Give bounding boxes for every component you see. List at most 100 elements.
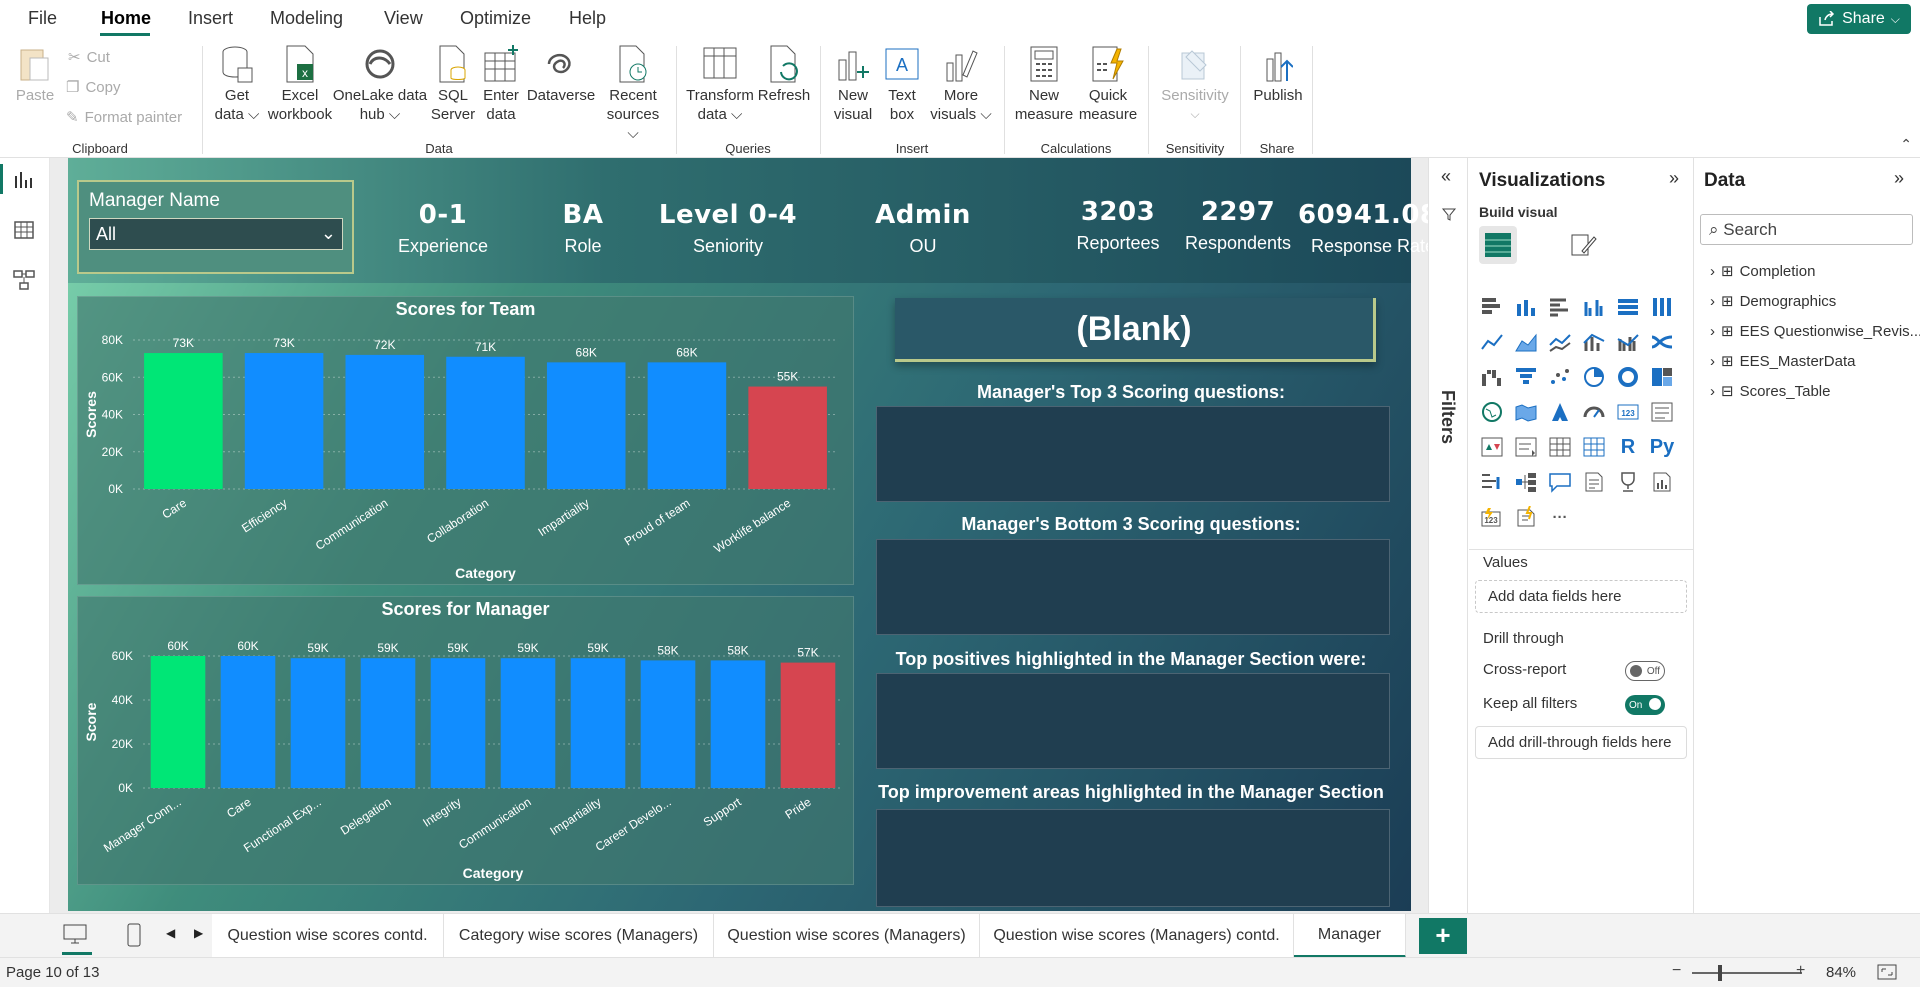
quick-measure-button[interactable]: Quick measure <box>1076 44 1140 124</box>
power-automate-icon[interactable] <box>1513 504 1539 530</box>
multi-row-card-icon[interactable] <box>1649 399 1675 425</box>
line-clustered-icon[interactable] <box>1615 329 1641 355</box>
narrative-icon[interactable] <box>1581 469 1607 495</box>
menu-help[interactable]: Help <box>569 8 606 29</box>
data-table-item[interactable]: › ⊞ Completion <box>1710 262 1815 281</box>
bottom3-box[interactable] <box>876 539 1390 635</box>
collapse-data-icon[interactable]: » <box>1894 168 1904 189</box>
enter-data-button[interactable]: Enter data <box>480 44 522 124</box>
new-visual-button[interactable]: New visual <box>830 44 876 124</box>
improvement-areas-box[interactable] <box>876 809 1390 907</box>
donut-icon[interactable] <box>1615 364 1641 390</box>
zoom-out-icon[interactable]: − <box>1672 962 1681 980</box>
line-column-icon[interactable] <box>1581 329 1607 355</box>
prev-page-icon[interactable]: ◀ <box>166 926 175 940</box>
menu-modeling[interactable]: Modeling <box>270 8 343 29</box>
treemap-icon[interactable] <box>1649 364 1675 390</box>
manager-scores-chart[interactable]: Scores for Manager 0K 20K 40K 60K 60K Manager… <box>77 596 854 885</box>
sensitivity-button[interactable]: Sensitivity ⌵ <box>1156 44 1234 124</box>
stacked-column-icon[interactable] <box>1513 294 1539 320</box>
data-table-item[interactable]: › ⊞ EES_MasterData <box>1710 352 1855 371</box>
format-visual-tab[interactable] <box>1564 226 1602 264</box>
cross-report-toggle[interactable]: Off <box>1625 661 1665 681</box>
map-icon[interactable] <box>1479 399 1505 425</box>
keep-filters-toggle[interactable]: On <box>1625 695 1665 715</box>
onelake-hub-button[interactable]: OneLake data hub ⌵ <box>330 44 430 124</box>
ribbon-chart-icon[interactable] <box>1649 329 1675 355</box>
build-visual-tab[interactable] <box>1479 226 1517 264</box>
metrics-icon[interactable] <box>1615 469 1641 495</box>
area-chart-icon[interactable] <box>1513 329 1539 355</box>
dataverse-button[interactable]: Dataverse <box>526 44 596 105</box>
excel-workbook-button[interactable]: x Excel workbook <box>268 44 332 124</box>
filters-pane-collapsed[interactable]: « Filters <box>1428 158 1468 913</box>
sql-server-button[interactable]: SQL Server <box>430 44 476 124</box>
100-bar-icon[interactable] <box>1615 294 1641 320</box>
expand-filters-icon[interactable]: « <box>1441 166 1451 187</box>
refresh-button[interactable]: Refresh <box>758 44 810 105</box>
scatter-icon[interactable] <box>1547 364 1573 390</box>
data-search-input[interactable]: ⌕ Search <box>1700 214 1913 245</box>
table-icon[interactable] <box>1547 434 1573 460</box>
copy-button[interactable]: ❐ Copy <box>66 78 120 97</box>
top-positives-box[interactable] <box>876 673 1390 769</box>
fit-to-page-icon[interactable] <box>1876 962 1898 987</box>
recent-sources-button[interactable]: Recent sources ⌵ <box>600 44 666 143</box>
decomposition-tree-icon[interactable] <box>1513 469 1539 495</box>
table-view-icon[interactable] <box>12 218 38 244</box>
matrix-icon[interactable] <box>1581 434 1607 460</box>
top3-box[interactable] <box>876 406 1390 502</box>
menu-file[interactable]: File <box>28 8 57 29</box>
new-measure-button[interactable]: New measure <box>1014 44 1074 124</box>
menu-home[interactable]: Home <box>101 8 151 29</box>
transform-data-button[interactable]: Transform data ⌵ <box>686 44 754 124</box>
kpi-icon[interactable] <box>1479 434 1505 460</box>
blank-card[interactable]: (Blank) <box>895 298 1376 362</box>
page-tab[interactable]: Question wise scores (Managers) contd. <box>980 914 1294 958</box>
page-tab[interactable]: Category wise scores (Managers) <box>444 914 714 958</box>
team-scores-chart[interactable]: Scores for Team 0K 20K 40K 60K 80K 73K Care 73K… <box>77 296 854 585</box>
desktop-layout-icon[interactable] <box>62 922 90 953</box>
qa-icon[interactable] <box>1547 469 1573 495</box>
waterfall-icon[interactable] <box>1479 364 1505 390</box>
menu-insert[interactable]: Insert <box>188 8 233 29</box>
collapse-ribbon-icon[interactable]: ⌃ <box>1900 136 1912 153</box>
gauge-icon[interactable] <box>1581 399 1607 425</box>
100-column-icon[interactable] <box>1649 294 1675 320</box>
text-box-button[interactable]: A Text box <box>882 44 922 124</box>
slicer-icon[interactable] <box>1513 434 1539 460</box>
card-icon[interactable]: 123 <box>1615 399 1641 425</box>
menu-view[interactable]: View <box>384 8 423 29</box>
format-painter-button[interactable]: ✎ Format painter <box>66 108 182 127</box>
data-table-item[interactable]: › ⊞ EES Questionwise_Revis... <box>1710 322 1920 341</box>
page-tab-active[interactable]: Manager <box>1294 914 1406 958</box>
data-table-item[interactable]: › ⊞ Demographics <box>1710 292 1836 311</box>
stacked-bar-icon[interactable] <box>1479 294 1505 320</box>
paginated-report-icon[interactable] <box>1649 469 1675 495</box>
mobile-layout-icon[interactable] <box>124 922 144 953</box>
cut-button[interactable]: ✂ Cut <box>68 48 110 67</box>
key-influencers-icon[interactable] <box>1479 469 1505 495</box>
next-page-icon[interactable]: ▶ <box>194 926 203 940</box>
collapse-viz-icon[interactable]: » <box>1669 168 1679 189</box>
data-table-item[interactable]: › ⊟ Scores_Table <box>1710 382 1830 401</box>
line-chart-icon[interactable] <box>1479 329 1505 355</box>
page-tab[interactable]: Question wise scores contd. <box>212 914 444 958</box>
python-visual-icon[interactable]: Py <box>1649 434 1675 460</box>
get-data-button[interactable]: Get data ⌵ <box>212 44 262 124</box>
more-visuals-icon[interactable]: ··· <box>1547 504 1573 530</box>
publish-button[interactable]: Publish <box>1248 44 1308 105</box>
azure-map-icon[interactable] <box>1547 399 1573 425</box>
r-visual-icon[interactable]: R <box>1615 434 1641 460</box>
paste-button[interactable]: Paste <box>14 44 56 105</box>
pie-icon[interactable] <box>1581 364 1607 390</box>
share-button[interactable]: Share ⌵ <box>1807 4 1911 34</box>
stacked-area-icon[interactable] <box>1547 329 1573 355</box>
report-view-icon[interactable] <box>12 168 38 194</box>
clustered-column-icon[interactable] <box>1581 294 1607 320</box>
page-tab[interactable]: Question wise scores (Managers) <box>714 914 980 958</box>
slicer-dropdown[interactable]: All ⌄ <box>89 218 343 250</box>
more-visuals-button[interactable]: More visuals ⌵ <box>928 44 994 124</box>
funnel-icon[interactable] <box>1513 364 1539 390</box>
clustered-bar-icon[interactable] <box>1547 294 1573 320</box>
